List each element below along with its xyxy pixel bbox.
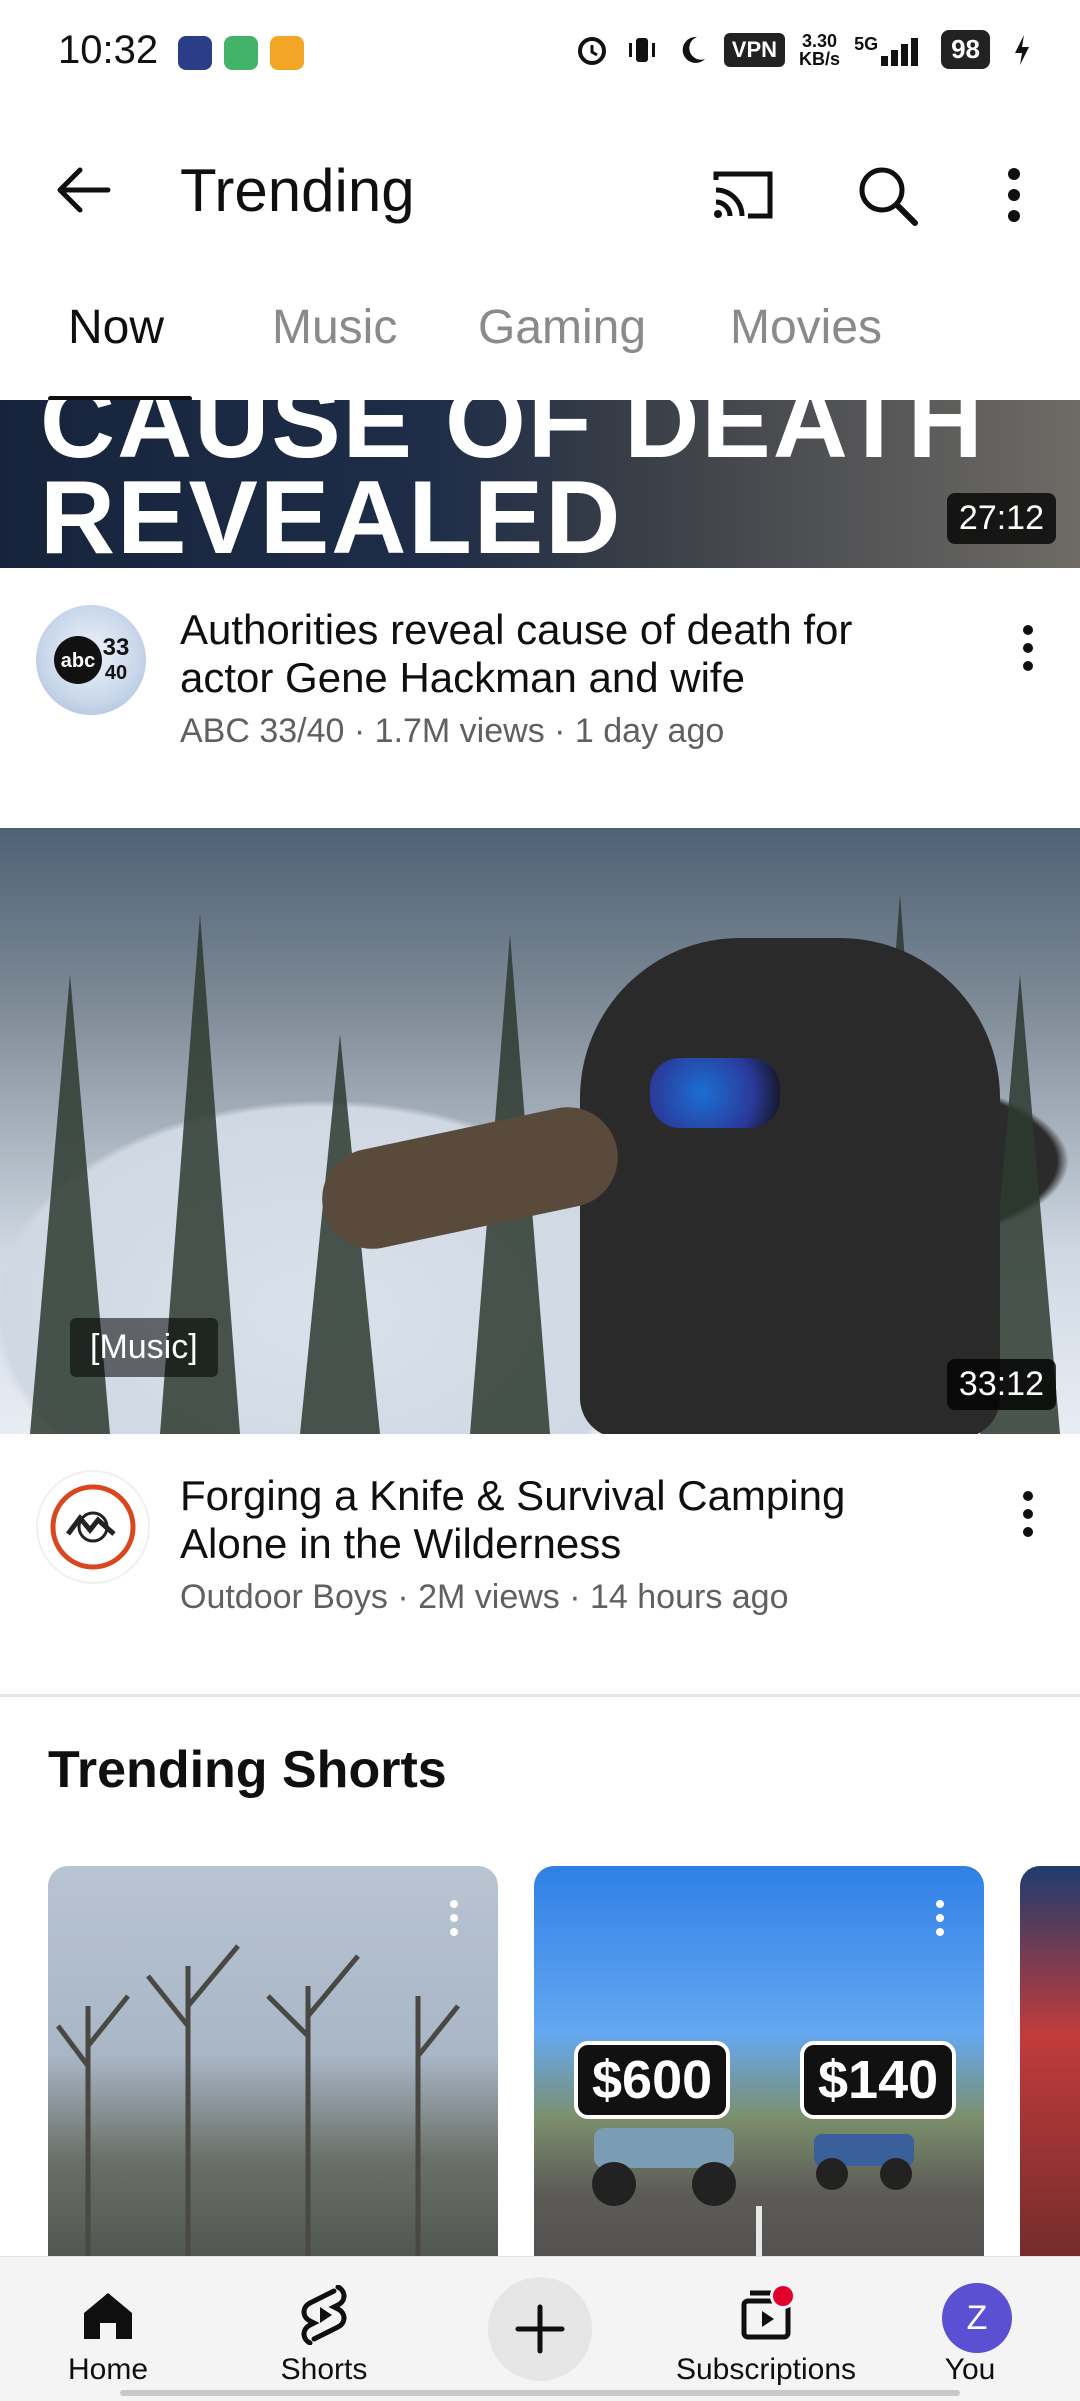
video-title[interactable]: Forging a Knife & Survival Camping Alone… bbox=[180, 1472, 940, 1568]
tab-music[interactable]: Music bbox=[272, 300, 397, 355]
svg-text:40: 40 bbox=[105, 662, 127, 684]
nav-label: Home bbox=[67, 2353, 149, 2386]
abc-logo-icon: abc 3340 bbox=[54, 634, 130, 684]
rc-car-graphic bbox=[592, 2128, 914, 2266]
user-avatar: Z bbox=[942, 2283, 1012, 2353]
shorts-shelf: $600 $140 bbox=[0, 1866, 1080, 2266]
outdoor-boys-logo-icon bbox=[50, 1484, 136, 1570]
thumbnail-text-main: REVEALED bbox=[40, 460, 623, 568]
video-menu-button[interactable] bbox=[1016, 1484, 1040, 1544]
tab-movies[interactable]: Movies bbox=[730, 300, 882, 355]
plus-icon bbox=[515, 2304, 565, 2354]
app-notification-icon bbox=[178, 36, 212, 70]
nav-subscriptions[interactable]: Subscriptions bbox=[666, 2257, 866, 2401]
search-icon bbox=[859, 167, 918, 226]
home-icon bbox=[84, 2293, 132, 2339]
vibrate-icon bbox=[624, 32, 660, 68]
video-title[interactable]: Authorities reveal cause of death for ac… bbox=[180, 606, 940, 702]
video-duration: 33:12 bbox=[946, 1359, 1056, 1410]
category-tabs: Now Music Gaming Movies bbox=[0, 290, 1080, 401]
do-not-disturb-moon-icon bbox=[674, 32, 710, 68]
vpn-badge: VPN bbox=[723, 32, 786, 67]
nav-label: Shorts bbox=[280, 2353, 368, 2386]
video-menu-button[interactable] bbox=[1016, 618, 1040, 678]
cell-signal: 5G bbox=[854, 34, 927, 66]
svg-text:33: 33 bbox=[103, 634, 130, 661]
app-bar: Trending bbox=[0, 120, 1080, 260]
nav-label: You bbox=[944, 2353, 996, 2386]
new-content-dot bbox=[770, 2283, 796, 2309]
create-button[interactable] bbox=[488, 2277, 592, 2381]
notification-icons bbox=[178, 36, 304, 70]
person-figure bbox=[580, 938, 1000, 1434]
speed-unit: KB/s bbox=[799, 48, 841, 69]
gesture-bar bbox=[0, 2390, 1080, 2398]
short-card[interactable]: $600 $140 bbox=[534, 1866, 984, 2266]
network-type: 5G bbox=[854, 33, 879, 54]
speed-value: 3.30 bbox=[802, 30, 838, 51]
more-vertical-icon bbox=[1023, 1491, 1033, 1537]
tab-now[interactable]: Now bbox=[68, 300, 164, 355]
short-card[interactable] bbox=[1020, 1866, 1080, 2266]
cast-icon bbox=[713, 171, 773, 219]
back-button[interactable] bbox=[52, 158, 116, 222]
video-metadata: Outdoor Boys · 2M views · 14 hours ago bbox=[180, 1578, 789, 1616]
video-thumbnail[interactable]: [Music] 33:12 bbox=[0, 828, 1080, 1434]
shorts-icon bbox=[301, 2285, 347, 2345]
short-card[interactable] bbox=[48, 1866, 498, 2266]
video-info-row: abc 33 40 Authorities reveal cause of deat… bbox=[0, 600, 1080, 800]
caption-chip: [Music] bbox=[70, 1318, 218, 1377]
more-vertical-icon bbox=[1023, 625, 1033, 671]
battery-level: 98 bbox=[941, 30, 990, 69]
video-info-row: Forging a Knife & Survival Camping Alone… bbox=[0, 1466, 1080, 1666]
section-title: Trending Shorts bbox=[48, 1741, 447, 1799]
cast-button[interactable] bbox=[708, 160, 778, 230]
app-notification-icon bbox=[224, 36, 258, 70]
network-speed: 3.30 KB/s bbox=[799, 32, 840, 68]
nav-home[interactable]: Home bbox=[18, 2257, 198, 2401]
tab-gaming[interactable]: Gaming bbox=[478, 300, 646, 355]
video-metadata: ABC 33/40 · 1.7M views · 1 day ago bbox=[180, 712, 725, 750]
status-time: 10:32 bbox=[58, 28, 159, 72]
app-notification-icon bbox=[270, 36, 304, 70]
bottom-navigation: Home Shorts Subscriptions Z You bbox=[0, 2256, 1080, 2401]
channel-avatar[interactable] bbox=[36, 1470, 150, 1584]
nav-you[interactable]: Z You bbox=[880, 2257, 1060, 2401]
thumbnail-overlay-text: CAUSE OF DEATH REVEALED bbox=[40, 400, 985, 568]
search-button[interactable] bbox=[852, 160, 922, 230]
goggles-shape bbox=[650, 1058, 780, 1128]
svg-text:abc: abc bbox=[61, 650, 95, 672]
charging-bolt-icon bbox=[1004, 32, 1040, 68]
nav-shorts[interactable]: Shorts bbox=[234, 2257, 414, 2401]
signal-bars-icon bbox=[881, 37, 919, 66]
alarm-icon bbox=[574, 32, 610, 68]
video-thumbnail[interactable]: CAUSE OF DEATH REVEALED 27:12 bbox=[0, 400, 1080, 568]
page-title: Trending bbox=[180, 157, 415, 224]
bare-trees-graphic bbox=[56, 1944, 460, 2266]
status-icons: VPN 3.30 KB/s 5G 98 bbox=[574, 30, 1040, 69]
channel-avatar[interactable]: abc 33 40 bbox=[36, 605, 146, 715]
video-duration: 27:12 bbox=[946, 493, 1056, 544]
section-divider bbox=[0, 1694, 1080, 1697]
back-arrow-icon bbox=[57, 167, 111, 213]
status-bar: 10:32 VPN 3.30 KB/s 5G 98 bbox=[0, 0, 1080, 110]
more-vertical-icon bbox=[1008, 168, 1020, 222]
more-options-button[interactable] bbox=[994, 160, 1034, 230]
nav-label: Subscriptions bbox=[675, 2353, 857, 2386]
